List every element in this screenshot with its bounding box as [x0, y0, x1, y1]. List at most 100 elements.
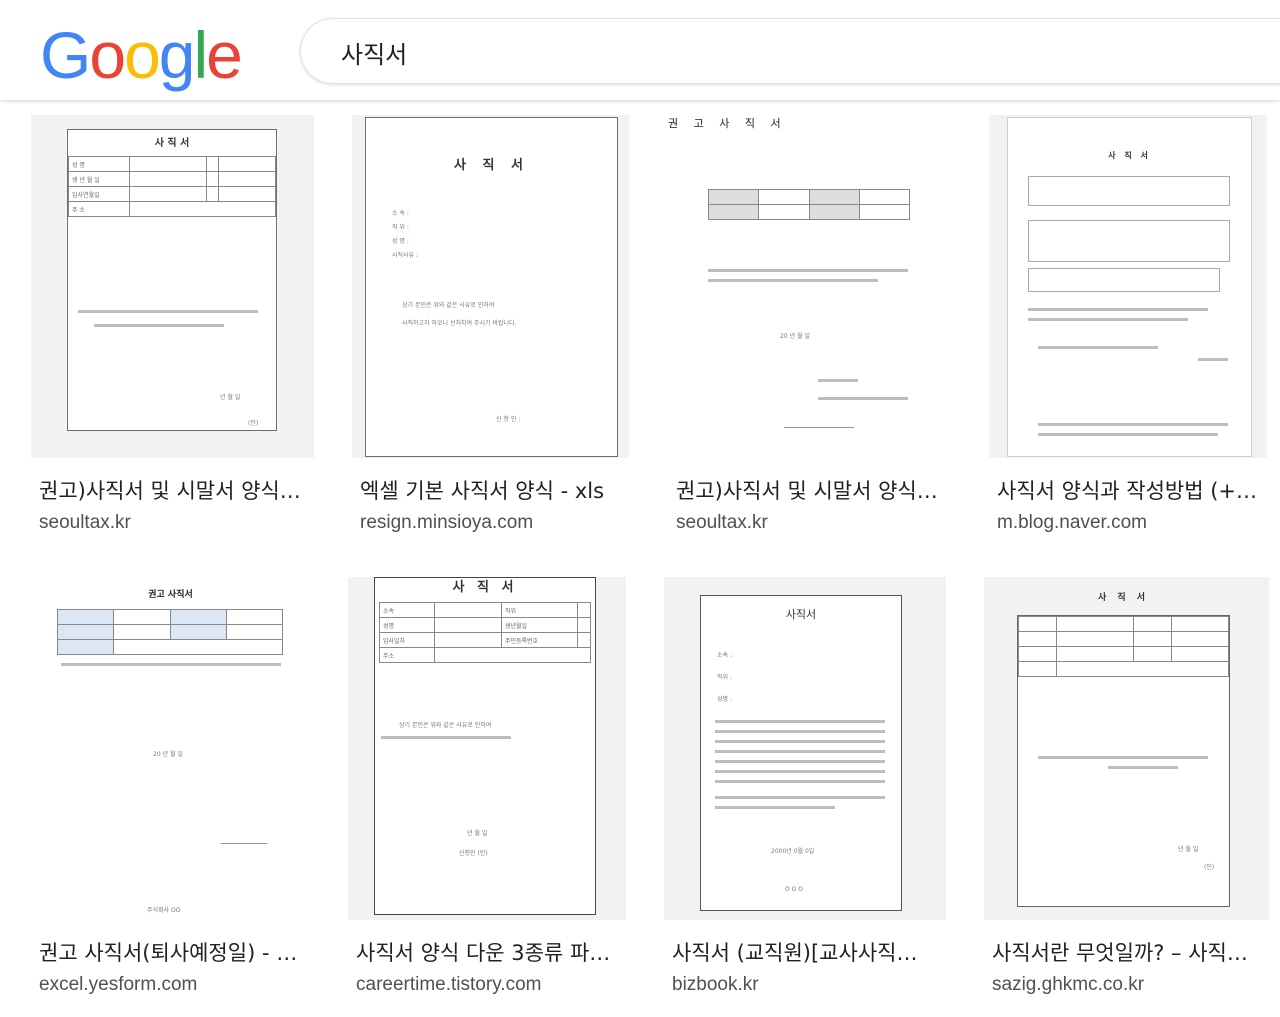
- document-preview: 사 직 서 년 월 일 (인): [1017, 593, 1230, 907]
- google-logo[interactable]: Google: [40, 18, 243, 92]
- result-thumbnail[interactable]: 사직서 소속 : 직위 : 성명 : 2000년 0월 0일 O O O: [664, 577, 946, 920]
- document-preview: 권 고 사 직 서 20 년 월 일: [668, 115, 950, 458]
- result-site[interactable]: seoultax.kr: [39, 512, 131, 534]
- footer-text: O O O: [785, 886, 803, 893]
- sign-line: [221, 843, 267, 844]
- text-line: [1038, 756, 1208, 759]
- text-line: [715, 720, 885, 723]
- body-text: 사직하고자 하오니 선처하여 주시기 바랍니다.: [402, 320, 517, 327]
- text-line: [381, 736, 511, 739]
- text-line: [1028, 318, 1188, 321]
- date-text: 년 월 일: [1178, 846, 1199, 853]
- date-text: 20 년 월 일: [153, 751, 183, 758]
- text-line: [1198, 358, 1228, 361]
- form-table: [1018, 616, 1229, 677]
- logo-letter: o: [124, 18, 161, 92]
- logo-letter: e: [206, 18, 243, 92]
- search-header: Google: [0, 0, 1280, 100]
- form-table: [56, 609, 284, 655]
- result-title[interactable]: 권고)사직서 및 시말서 양식…: [676, 475, 968, 505]
- document-title: 권 고 사 직 서: [668, 117, 787, 130]
- date-text: 년 월 일: [467, 830, 488, 837]
- result-thumbnail[interactable]: 사 직 서 년 월 일 (인): [984, 577, 1269, 920]
- result-thumbnail[interactable]: 사 직 서 성 명 생 년 월 일 입사연월일 주 소 년 월 일 (인): [31, 115, 314, 458]
- form-table: [707, 189, 911, 220]
- text-line: [715, 730, 885, 733]
- search-box[interactable]: [300, 18, 1280, 84]
- field-label: 직 위 :: [392, 224, 409, 231]
- document-title: 사 직 서: [454, 158, 529, 173]
- result-thumbnail[interactable]: 사 직 서 소 속 : 직 위 : 성 명 : 사직사유 : 상기 본인은 위와…: [352, 115, 629, 458]
- result-site[interactable]: bizbook.kr: [672, 974, 759, 996]
- result-title[interactable]: 사직서란 무엇일까? – 사직…: [992, 937, 1280, 967]
- result-title[interactable]: 사직서 양식 다운 3종류 파…: [356, 937, 648, 967]
- text-line: [818, 397, 908, 400]
- text-line: [1108, 766, 1178, 769]
- result-title[interactable]: 사직서 양식과 작성방법 (+…: [997, 475, 1280, 505]
- document-preview: 사 직 서: [1007, 117, 1252, 457]
- form-table: 성 명 생 년 월 일 입사연월일 주 소: [68, 156, 277, 217]
- result-thumbnail[interactable]: 권 고 사 직 서 20 년 월 일: [668, 115, 950, 458]
- text-line: [78, 310, 258, 313]
- document-preview: 사 직 서 소속 직위 성명 생년월일 입사일자 주민등록번호 주소 상기 본인은 위…: [374, 577, 596, 915]
- text-line: [708, 279, 878, 282]
- body-text: 상기 본인은 위와 같은 사유로 인하여: [399, 722, 492, 729]
- text-line: [715, 760, 885, 763]
- document-title: 권고 사직서: [148, 590, 193, 600]
- result-site[interactable]: resign.minsioya.com: [360, 512, 533, 534]
- sign-text: (인): [248, 420, 259, 427]
- result-site[interactable]: sazig.ghkmc.co.kr: [992, 974, 1144, 996]
- document-title: 사 직 서: [154, 138, 190, 149]
- body-text: 상기 본인은 위와 같은 사유로 인하여: [402, 302, 495, 309]
- document-preview: 사직서 소속 : 직위 : 성명 : 2000년 0월 0일 O O O: [700, 595, 902, 911]
- result-title[interactable]: 권고)사직서 및 시말서 양식…: [39, 475, 331, 505]
- result-site[interactable]: m.blog.naver.com: [997, 512, 1147, 534]
- logo-letter: l: [193, 18, 209, 92]
- field-label: 성 명 :: [392, 238, 409, 245]
- document-title: 사 직 서: [452, 580, 518, 595]
- company-text: 주식회사 OO: [147, 907, 181, 914]
- text-line: [61, 663, 281, 666]
- result-site[interactable]: excel.yesform.com: [39, 974, 197, 996]
- text-line: [1038, 346, 1158, 349]
- result-site[interactable]: careertime.tistory.com: [356, 974, 541, 996]
- field-label: 소 속 :: [392, 210, 409, 217]
- date-text: 20 년 월 일: [780, 333, 810, 340]
- logo-letter: G: [40, 18, 91, 92]
- document-title: 사 직 서: [1097, 593, 1150, 603]
- field-label: 소속 :: [717, 652, 732, 659]
- text-line: [1038, 423, 1228, 426]
- result-title[interactable]: 권고 사직서(퇴사예정일) - …: [39, 937, 331, 967]
- result-title[interactable]: 사직서 (교직원)[교사사직…: [672, 937, 964, 967]
- text-line: [708, 269, 908, 272]
- search-input[interactable]: [339, 33, 1243, 71]
- sign-text: 신 청 인 :: [496, 416, 521, 423]
- image-results-grid: 사 직 서 성 명 생 년 월 일 입사연월일 주 소 년 월 일 (인) 권고…: [0, 0, 1280, 1017]
- sign-line: [784, 427, 854, 428]
- info-box: [1028, 176, 1230, 206]
- result-thumbnail[interactable]: 권고 사직서 20 년 월 일 주식회사 OO: [31, 577, 310, 920]
- text-line: [818, 379, 858, 382]
- document-preview: 사 직 서 성 명 생 년 월 일 입사연월일 주 소 년 월 일 (인): [67, 129, 277, 431]
- logo-letter: g: [158, 18, 196, 92]
- field-label: 직위 :: [717, 674, 732, 681]
- text-line: [715, 740, 885, 743]
- date-text: 년 월 일: [220, 394, 241, 401]
- info-box: [1028, 220, 1230, 262]
- result-title[interactable]: 엑셀 기본 사직서 양식 - xls: [360, 475, 652, 505]
- form-table: 소속 직위 성명 생년월일 입사일자 주민등록번호 주소: [379, 602, 592, 663]
- result-site[interactable]: seoultax.kr: [676, 512, 768, 534]
- result-thumbnail[interactable]: 사 직 서: [989, 115, 1267, 458]
- sign-text: (인): [1204, 864, 1215, 871]
- sign-text: 신청인 (인): [459, 850, 488, 857]
- field-label: 성명 :: [717, 696, 732, 703]
- text-line: [94, 324, 224, 327]
- text-line: [715, 806, 835, 809]
- field-label: 사직사유 :: [392, 252, 419, 259]
- text-line: [715, 796, 885, 799]
- document-title: 사 직 서: [1108, 150, 1151, 160]
- result-thumbnail[interactable]: 사 직 서 소속 직위 성명 생년월일 입사일자 주민등록번호 주소 상기 본인은 위…: [348, 577, 626, 920]
- logo-letter: o: [89, 18, 126, 92]
- date-text: 2000년 0월 0일: [771, 848, 815, 855]
- text-line: [715, 750, 885, 753]
